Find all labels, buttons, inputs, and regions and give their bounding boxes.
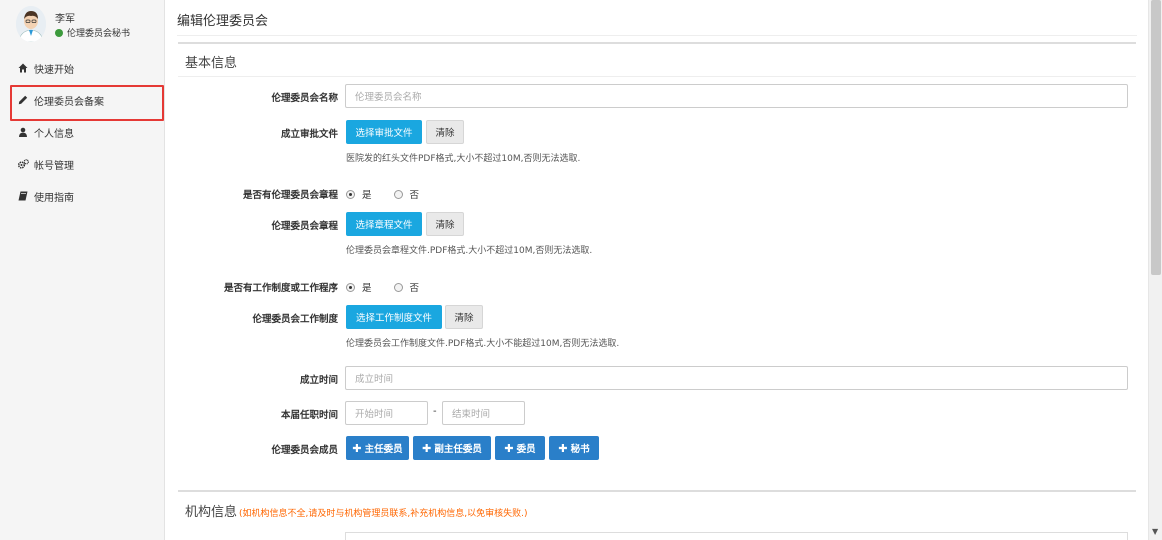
term-end-input[interactable]: 结束时间 bbox=[442, 401, 525, 425]
rules-file-row: 伦理委员会工作制度 选择工作制度文件 清除 伦理委员会工作制度文件.PDF格式.… bbox=[178, 305, 1136, 355]
charter-file-help: 伦理委员会章程文件.PDF格式.大小不超过10M,否则无法选取. bbox=[346, 246, 593, 256]
title-divider bbox=[177, 35, 1137, 36]
home-icon bbox=[17, 62, 29, 74]
sidebar-item-ethics-filing[interactable]: 伦理委员会备案 bbox=[0, 84, 165, 121]
term-start-input[interactable]: 开始时间 bbox=[345, 401, 428, 425]
panel-divider bbox=[178, 76, 1136, 77]
button-label: 秘书 bbox=[570, 444, 590, 455]
clear-rules-file-button[interactable]: 清除 bbox=[445, 305, 483, 329]
institution-info-panel: 机构信息 (如机构信息不全,请及时与机构管理员联系,补充机构信息,以免审核失败.) bbox=[178, 490, 1136, 540]
approval-file-label: 成立审批文件 bbox=[280, 129, 338, 140]
has-rules-row: 是否有工作制度或工作程序 是 否 bbox=[178, 278, 1136, 294]
sidebar-nav: 快速开始 伦理委员会备案 个人信息 帐号管理 使用指南 bbox=[0, 52, 165, 212]
founded-date-row: 成立时间 成立时间 bbox=[178, 366, 1136, 390]
has-charter-radio-group: 是 否 bbox=[346, 187, 441, 201]
committee-name-label: 伦理委员会名称 bbox=[271, 93, 338, 104]
sidebar-item-personal-info[interactable]: 个人信息 bbox=[0, 116, 165, 148]
add-chair-button[interactable]: ✚ 主任委员 bbox=[346, 436, 409, 460]
clear-charter-file-button[interactable]: 清除 bbox=[426, 212, 464, 236]
add-member-button[interactable]: ✚ 委员 bbox=[495, 436, 545, 460]
plus-icon: ✚ bbox=[558, 441, 568, 455]
sidebar-item-label: 快速开始 bbox=[34, 64, 74, 76]
sidebar-item-label: 个人信息 bbox=[34, 128, 74, 140]
scroll-down-arrow-icon[interactable]: ▼ bbox=[1152, 528, 1158, 536]
has-rules-yes-option[interactable]: 是 bbox=[346, 280, 372, 294]
add-secretary-button[interactable]: ✚ 秘书 bbox=[549, 436, 599, 460]
user-icon bbox=[17, 126, 29, 138]
page-title: 编辑伦理委员会 bbox=[177, 14, 269, 29]
user-panel: 李军 伦理委员会秘书 bbox=[0, 0, 165, 48]
institution-info-heading: 机构信息 (如机构信息不全,请及时与机构管理员联系,补充机构信息,以免审核失败.) bbox=[185, 501, 527, 520]
user-name: 李军 bbox=[55, 14, 75, 25]
radio-label: 是 bbox=[362, 190, 372, 201]
book-icon bbox=[17, 190, 29, 202]
radio-unchecked-icon bbox=[393, 282, 403, 292]
approval-file-row: 成立审批文件 选择审批文件 清除 医院发的红头文件PDF格式,大小不超过10M,… bbox=[178, 120, 1136, 170]
user-avatar-icon bbox=[16, 6, 46, 42]
rules-file-help: 伦理委员会工作制度文件.PDF格式.大小不能超过10M,否则无法选取. bbox=[346, 339, 620, 349]
online-status-icon bbox=[55, 28, 63, 37]
members-row: 伦理委员会成员 ✚ 主任委员 ✚ 副主任委员 ✚ 委员 ✚ 秘书 bbox=[178, 436, 1136, 460]
button-label: 委员 bbox=[516, 444, 536, 455]
has-rules-no-option[interactable]: 否 bbox=[393, 280, 420, 294]
members-label: 伦理委员会成员 bbox=[271, 445, 338, 456]
button-label: 主任委员 bbox=[364, 444, 403, 455]
sidebar-item-label: 伦理委员会备案 bbox=[34, 96, 104, 108]
sidebar: 李军 伦理委员会秘书 快速开始 伦理委员会备案 个人信息 帐号管理 使用指南 bbox=[0, 0, 165, 540]
rules-file-label: 伦理委员会工作制度 bbox=[252, 314, 338, 325]
plus-icon: ✚ bbox=[422, 441, 432, 455]
radio-label: 是 bbox=[362, 283, 372, 294]
user-role: 伦理委员会秘书 bbox=[55, 26, 130, 39]
has-rules-radio-group: 是 否 bbox=[346, 280, 441, 294]
sidebar-item-label: 使用指南 bbox=[34, 192, 74, 204]
basic-info-panel: 基本信息 伦理委员会名称 伦理委员会名称 成立审批文件 选择审批文件 清除 医院… bbox=[178, 42, 1136, 480]
basic-info-heading: 基本信息 bbox=[185, 56, 238, 71]
select-charter-file-button[interactable]: 选择章程文件 bbox=[346, 212, 422, 236]
term-dash: - bbox=[433, 406, 437, 417]
institution-warning-note: (如机构信息不全,请及时与机构管理员联系,补充机构信息,以免审核失败.) bbox=[239, 509, 528, 519]
approval-file-help: 医院发的红头文件PDF格式,大小不超过10M,否则无法选取. bbox=[346, 154, 581, 164]
sidebar-item-quick-start[interactable]: 快速开始 bbox=[0, 52, 165, 84]
has-rules-label: 是否有工作制度或工作程序 bbox=[223, 283, 338, 294]
sidebar-item-label: 帐号管理 bbox=[34, 160, 74, 172]
clear-approval-file-button[interactable]: 清除 bbox=[426, 120, 464, 144]
main-content: 编辑伦理委员会 基本信息 伦理委员会名称 伦理委员会名称 成立审批文件 选择审批… bbox=[166, 0, 1148, 540]
pencil-icon bbox=[17, 94, 29, 106]
avatar[interactable] bbox=[16, 6, 46, 42]
founded-date-label: 成立时间 bbox=[299, 375, 338, 386]
charter-file-label: 伦理委员会章程 bbox=[271, 221, 338, 232]
button-label: 副主任委员 bbox=[434, 444, 482, 455]
has-charter-no-option[interactable]: 否 bbox=[393, 187, 420, 201]
radio-checked-icon bbox=[346, 282, 355, 292]
plus-icon: ✚ bbox=[504, 441, 514, 455]
committee-name-row: 伦理委员会名称 伦理委员会名称 bbox=[178, 84, 1136, 108]
radio-checked-icon bbox=[346, 189, 355, 199]
sidebar-item-account[interactable]: 帐号管理 bbox=[0, 148, 165, 180]
plus-icon: ✚ bbox=[352, 441, 362, 455]
select-rules-file-button[interactable]: 选择工作制度文件 bbox=[346, 305, 442, 329]
has-charter-row: 是否有伦理委员会章程 是 否 bbox=[178, 185, 1136, 201]
founded-date-input[interactable]: 成立时间 bbox=[345, 366, 1128, 390]
sidebar-item-guide[interactable]: 使用指南 bbox=[0, 180, 165, 212]
user-role-label: 伦理委员会秘书 bbox=[67, 29, 131, 39]
app-window: 李军 伦理委员会秘书 快速开始 伦理委员会备案 个人信息 帐号管理 使用指南 编… bbox=[0, 0, 1162, 540]
radio-label: 否 bbox=[409, 190, 420, 201]
radio-unchecked-icon bbox=[393, 189, 403, 199]
radio-label: 否 bbox=[409, 283, 420, 294]
institution-input-edge[interactable] bbox=[345, 532, 1128, 540]
term-row: 本届任职时间 开始时间 - 结束时间 bbox=[178, 401, 1136, 425]
gears-icon bbox=[17, 158, 29, 170]
term-label: 本届任职时间 bbox=[280, 410, 338, 421]
has-charter-label: 是否有伦理委员会章程 bbox=[242, 190, 338, 201]
institution-heading-text: 机构信息 bbox=[185, 505, 238, 520]
has-charter-yes-option[interactable]: 是 bbox=[346, 187, 372, 201]
committee-name-input[interactable]: 伦理委员会名称 bbox=[345, 84, 1128, 108]
charter-file-row: 伦理委员会章程 选择章程文件 清除 伦理委员会章程文件.PDF格式.大小不超过1… bbox=[178, 212, 1136, 262]
vertical-scrollbar[interactable]: ▼ bbox=[1148, 0, 1162, 540]
scrollbar-thumb[interactable] bbox=[1151, 0, 1161, 275]
add-vice-chair-button[interactable]: ✚ 副主任委员 bbox=[413, 436, 491, 460]
select-approval-file-button[interactable]: 选择审批文件 bbox=[346, 120, 422, 144]
